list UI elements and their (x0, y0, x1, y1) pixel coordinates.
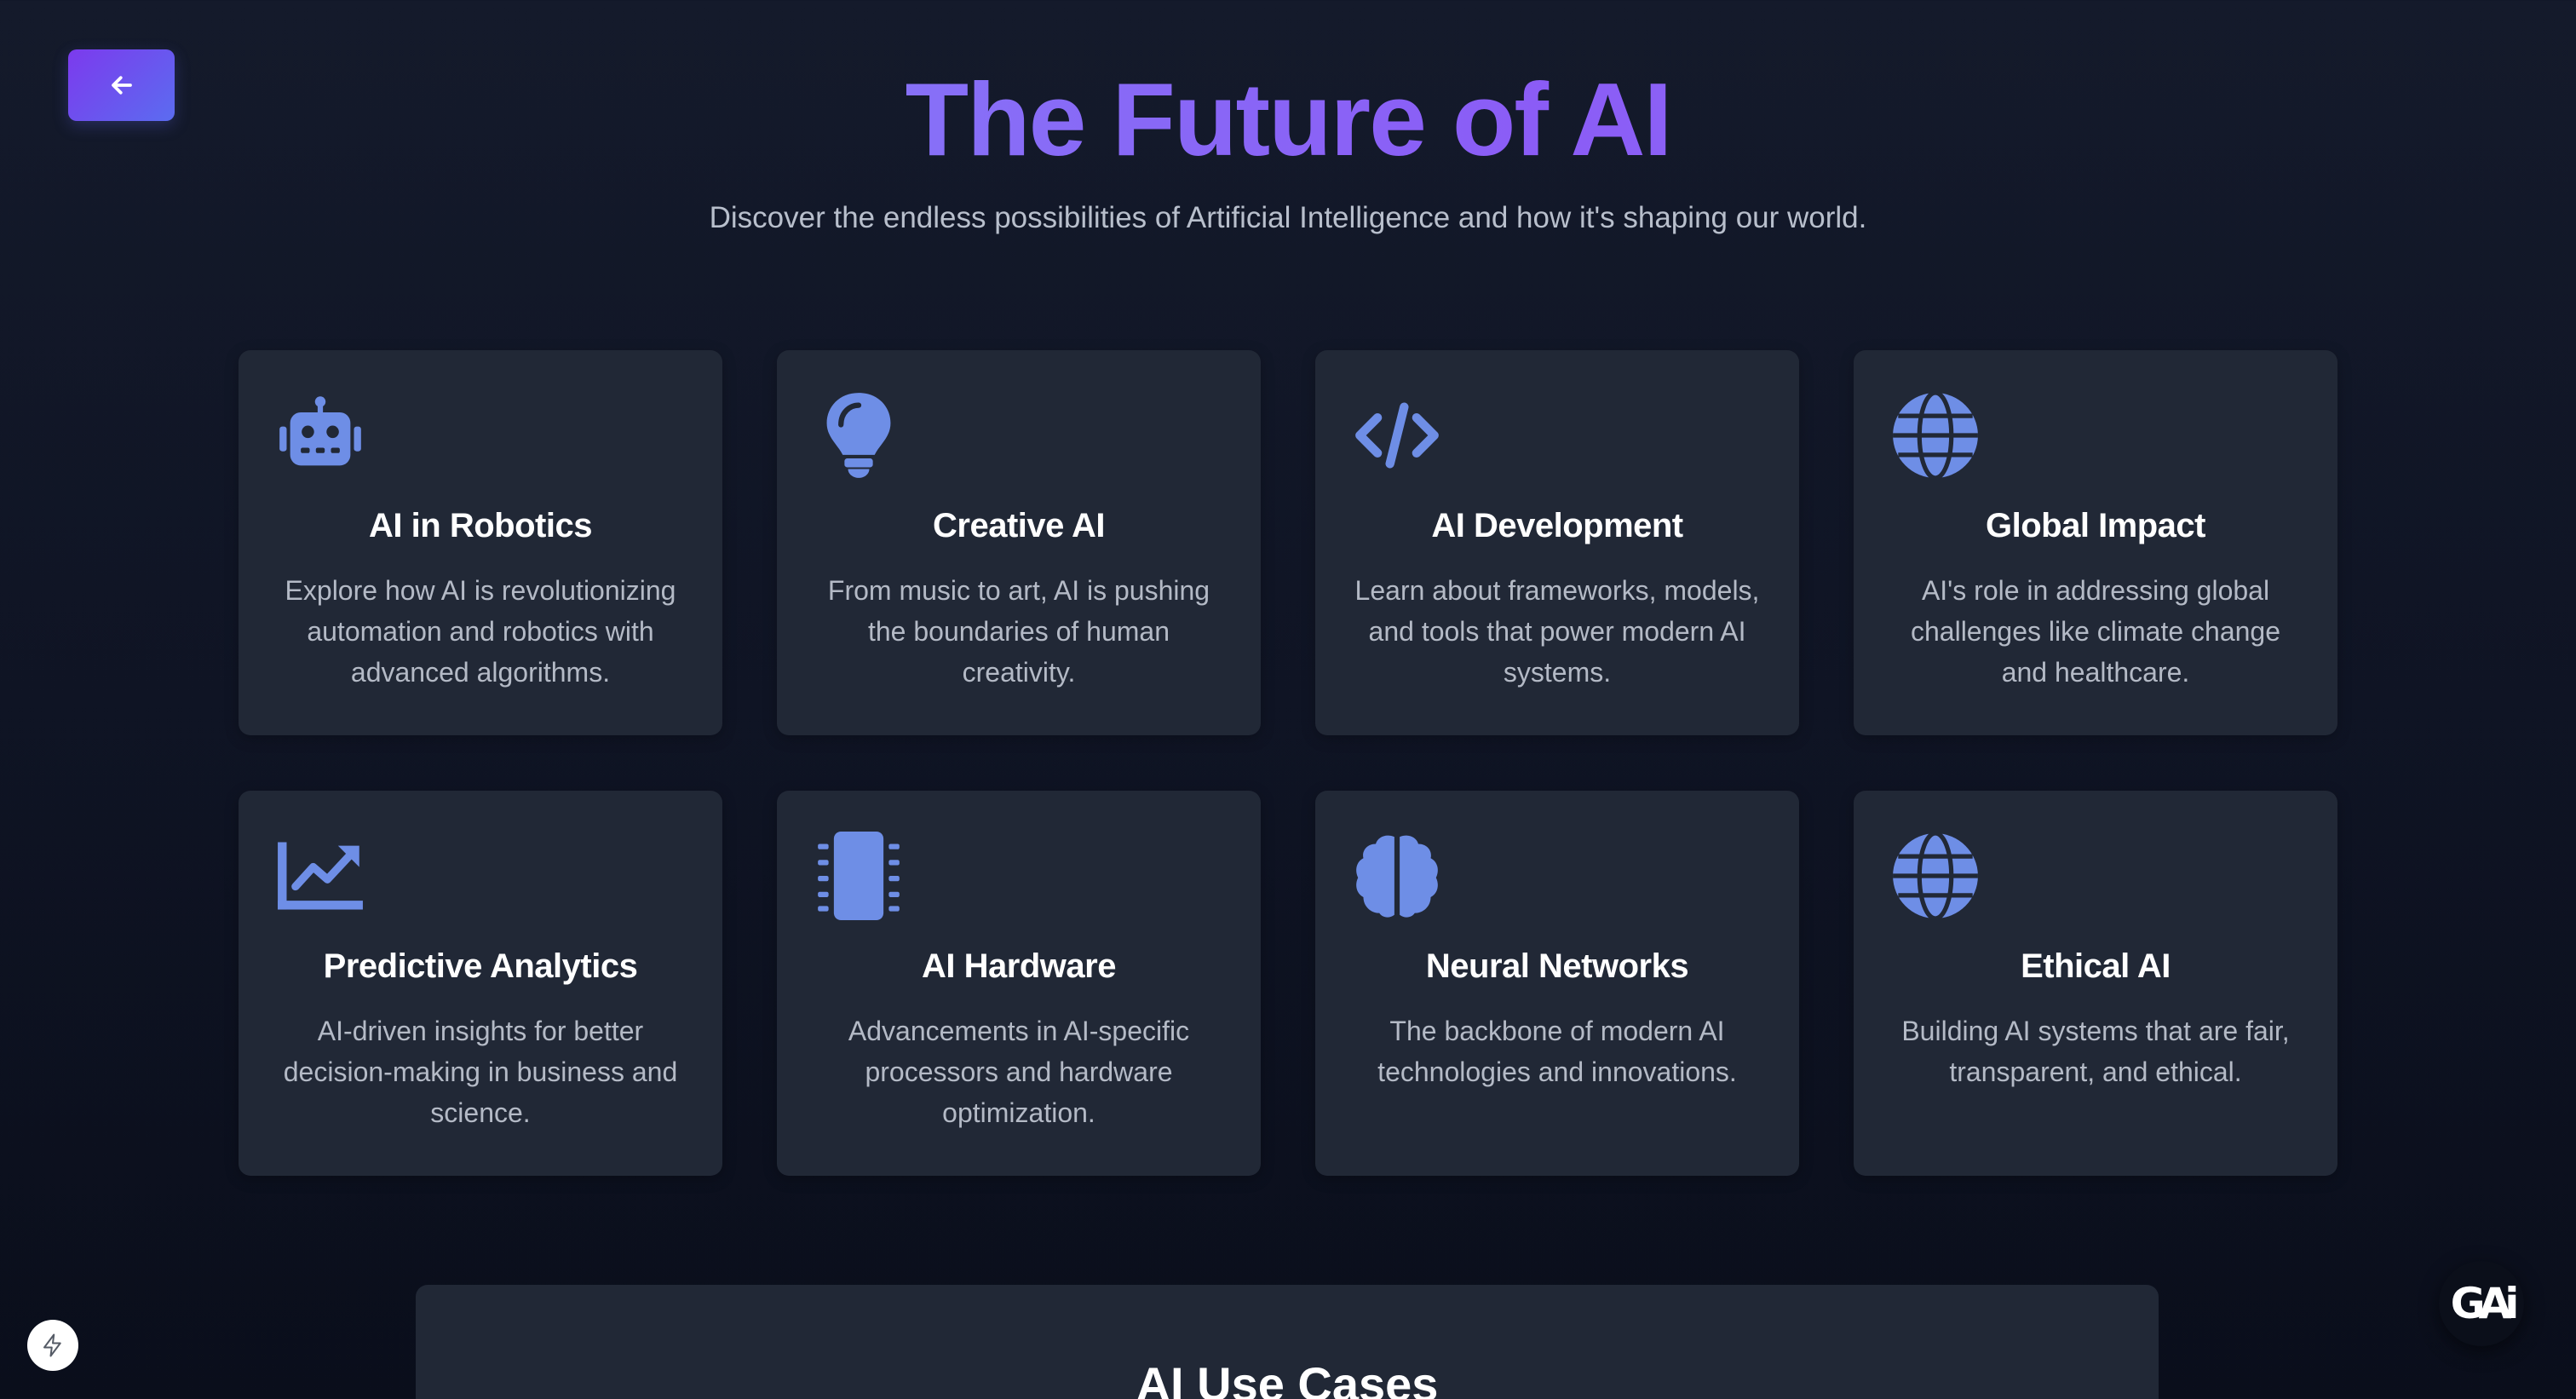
page-subtitle: Discover the endless possibilities of Ar… (709, 201, 1867, 234)
lightning-bolt-icon (43, 1333, 61, 1357)
card-title: AI Development (1431, 507, 1683, 544)
globe-icon (1891, 391, 1980, 480)
lightbulb-icon (814, 391, 903, 480)
card-title: Predictive Analytics (323, 947, 638, 985)
feature-card-global-impact[interactable]: Global Impact AI's role in addressing gl… (1854, 350, 2337, 735)
card-description: Advancements in AI-specific processors a… (848, 1016, 1190, 1128)
robot-icon (276, 391, 365, 480)
card-title: AI in Robotics (369, 507, 592, 544)
feature-card-neural-networks[interactable]: Neural Networks The backbone of modern A… (1315, 791, 1799, 1176)
card-title: AI Hardware (922, 947, 1116, 985)
card-description: From music to art, AI is pushing the bou… (827, 575, 1210, 688)
card-description: AI's role in addressing global challenge… (1910, 575, 2281, 688)
card-description: Learn about frameworks, models, and tool… (1354, 575, 1760, 688)
feature-card-ai-in-robotics[interactable]: AI in Robotics Explore how AI is revolut… (239, 350, 722, 735)
ga-logo-badge[interactable]: GAi (2439, 1261, 2524, 1346)
feature-card-grid: AI in Robotics Explore how AI is revolut… (239, 350, 2339, 1176)
feature-card-predictive-analytics[interactable]: Predictive Analytics AI-driven insights … (239, 791, 722, 1176)
feature-card-ethical-ai[interactable]: Ethical AI Building AI systems that are … (1854, 791, 2337, 1176)
feature-card-ai-hardware[interactable]: AI Hardware Advancements in AI-specific … (777, 791, 1261, 1176)
chart-line-icon (276, 832, 365, 920)
ga-logo-text: GAi (2450, 1279, 2520, 1328)
feature-card-creative-ai[interactable]: Creative AI From music to art, AI is pus… (777, 350, 1261, 735)
card-title: Ethical AI (2021, 947, 2171, 985)
card-title: Creative AI (933, 507, 1106, 544)
feature-card-ai-development[interactable]: AI Development Learn about frameworks, m… (1315, 350, 1799, 735)
page-title: The Future of AI (0, 60, 2576, 179)
microchip-icon (814, 832, 903, 920)
code-icon (1353, 391, 1441, 480)
brain-icon (1353, 832, 1441, 920)
globe-icon (1891, 832, 1980, 920)
card-description: AI-driven insights for better decision-m… (283, 1016, 678, 1128)
use-cases-panel: AI Use Cases (416, 1285, 2159, 1399)
card-description: The backbone of modern AI technologies a… (1377, 1016, 1737, 1087)
bolt-button[interactable] (27, 1320, 78, 1371)
card-description: Building AI systems that are fair, trans… (1901, 1016, 2290, 1087)
use-cases-title: AI Use Cases (1136, 1357, 1439, 1399)
card-description: Explore how AI is revolutionizing automa… (285, 575, 676, 688)
card-title: Global Impact (1986, 507, 2206, 544)
card-title: Neural Networks (1425, 947, 1689, 985)
